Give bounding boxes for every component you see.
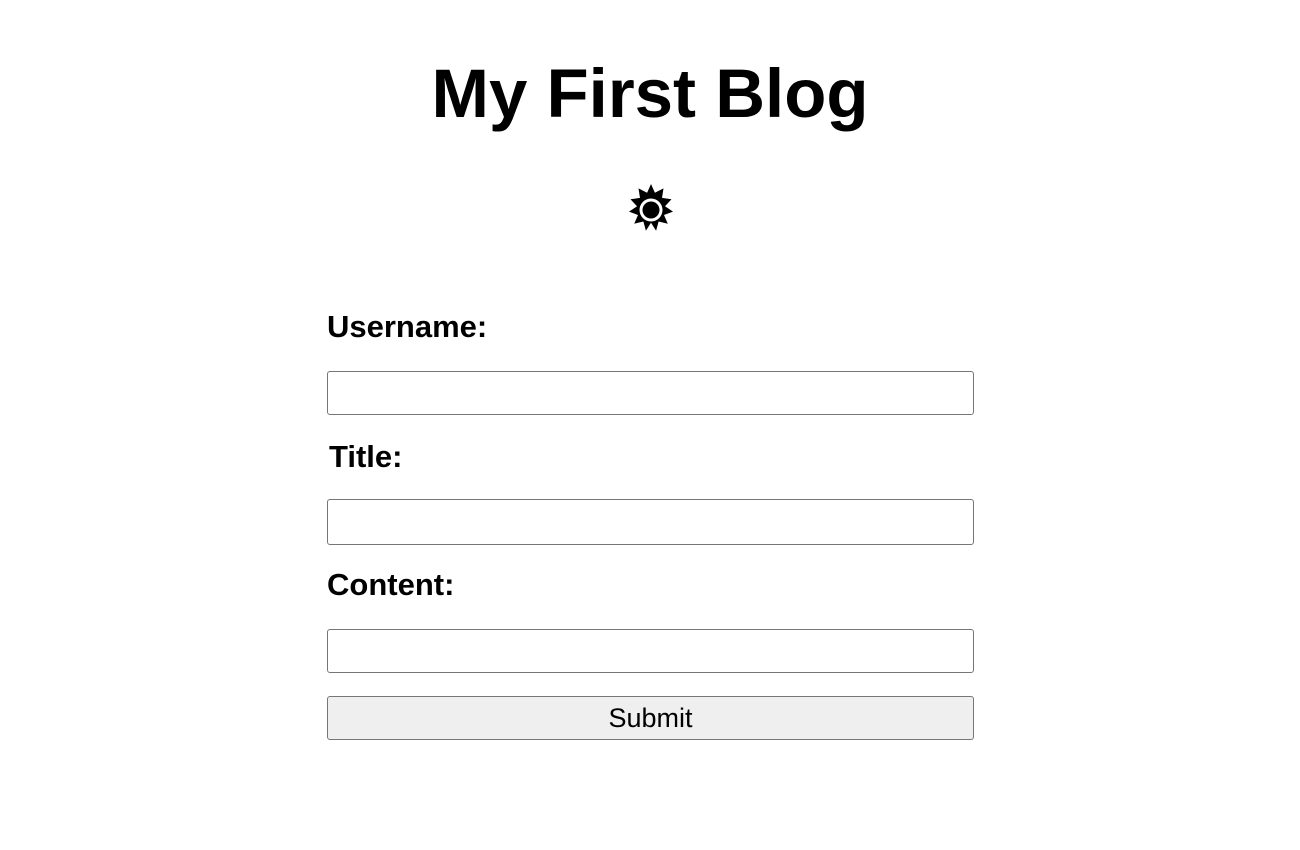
username-label: Username: xyxy=(327,309,488,344)
sun-icon xyxy=(629,184,673,231)
username-input[interactable] xyxy=(327,371,974,415)
page-title: My First Blog xyxy=(431,55,869,132)
title-input[interactable] xyxy=(327,499,974,545)
theme-toggle-button[interactable] xyxy=(623,183,679,239)
title-label: Title: xyxy=(329,439,403,474)
content-label: Content: xyxy=(327,567,455,602)
content-input[interactable] xyxy=(327,629,974,673)
blog-page: My First Blog Username: Title: Content: … xyxy=(0,0,1300,850)
submit-button[interactable]: Submit xyxy=(327,696,974,740)
